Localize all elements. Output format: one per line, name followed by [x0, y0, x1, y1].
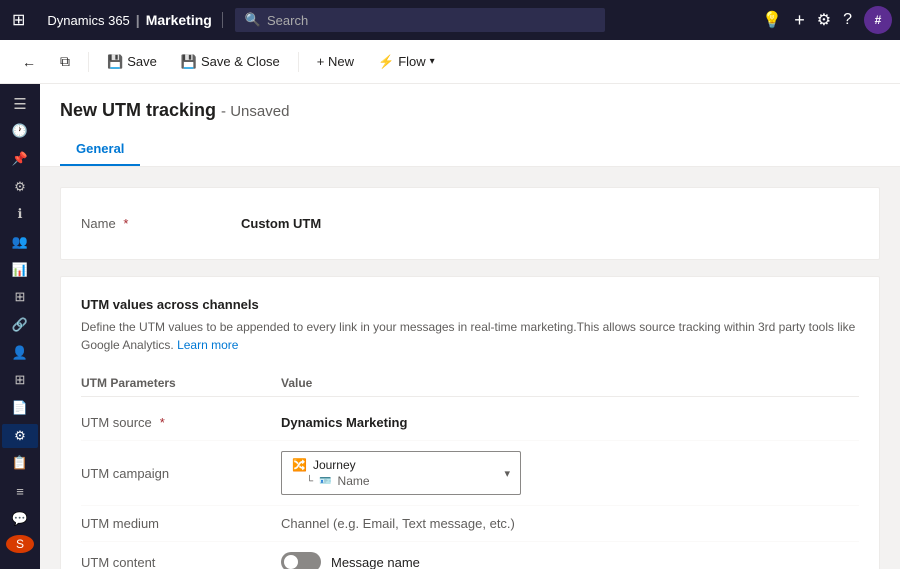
utm-content-value: Message name: [281, 552, 859, 569]
waffle-icon[interactable]: ⊞: [8, 6, 29, 34]
sidebar-item-journeys[interactable]: 🔗: [2, 313, 38, 337]
dropdown-child-row: └ 🪪 Name: [306, 474, 504, 488]
utm-source-param: UTM source *: [81, 415, 281, 430]
sidebar-item-active-settings[interactable]: ⚙: [2, 424, 38, 448]
journey-icon: 🔀: [292, 458, 307, 472]
journey-label: Journey: [313, 458, 356, 472]
message-name-toggle[interactable]: [281, 552, 321, 569]
utm-medium-row: UTM medium Channel (e.g. Email, Text mes…: [81, 506, 859, 542]
toggle-container: Message name: [281, 552, 859, 569]
app-suite-label: Dynamics 365: [47, 13, 129, 28]
restore-button[interactable]: ⧉: [50, 49, 80, 74]
sidebar: ☰ 🕐 📌 ⚙ ℹ 👥 📊 ⊞ 🔗 👤 ⊞ 📄 ⚙ 📋 ≡ 💬 S: [0, 84, 40, 569]
settings-icon[interactable]: ⚙: [817, 10, 831, 30]
sidebar-item-chat[interactable]: 💬: [2, 507, 38, 531]
avatar[interactable]: #: [864, 6, 892, 34]
new-button[interactable]: + New: [307, 50, 364, 73]
toggle-label: Message name: [331, 555, 420, 569]
name-form-card: Name * Custom UTM: [60, 187, 880, 260]
utm-source-row: UTM source * Dynamics Marketing: [81, 405, 859, 441]
sidebar-item-reports[interactable]: 📋: [2, 452, 38, 476]
sidebar-item-content[interactable]: 📄: [2, 396, 38, 420]
sidebar-item-list[interactable]: ≡: [2, 479, 38, 503]
help-icon[interactable]: ?: [843, 11, 852, 29]
layout: ☰ 🕐 📌 ⚙ ℹ 👥 📊 ⊞ 🔗 👤 ⊞ 📄 ⚙ 📋 ≡ 💬 S New UT…: [0, 84, 900, 569]
restore-icon: ⧉: [60, 53, 70, 70]
top-nav-icons: 💡 + ⚙ ? #: [762, 6, 892, 34]
back-button[interactable]: ←: [12, 50, 46, 74]
tabs: General: [60, 133, 880, 166]
lightbulb-icon[interactable]: 💡: [762, 10, 782, 30]
search-icon: 🔍: [245, 12, 261, 28]
utm-campaign-param: UTM campaign: [81, 466, 281, 481]
content-area: Name * Custom UTM UTM values across chan…: [40, 167, 900, 569]
flow-button[interactable]: ⚡ Flow ▾: [368, 50, 445, 74]
learn-more-link[interactable]: Learn more: [177, 338, 238, 352]
sidebar-item-contacts[interactable]: 👥: [2, 230, 38, 254]
page-header: New UTM tracking - Unsaved General: [40, 84, 900, 167]
dropdown-chevron-icon: ▾: [504, 467, 510, 480]
flow-chevron-icon: ▾: [430, 56, 435, 67]
save-close-button[interactable]: 💾 Save & Close: [171, 50, 290, 74]
add-icon[interactable]: +: [794, 10, 805, 31]
tab-general[interactable]: General: [60, 133, 140, 166]
app-name-label: Marketing: [146, 12, 212, 28]
back-icon: ←: [22, 54, 36, 70]
name-value[interactable]: Custom UTM: [241, 216, 321, 231]
toolbar-separator-2: [298, 52, 299, 72]
brand: Dynamics 365 | Marketing: [37, 12, 222, 28]
save-button[interactable]: 💾 Save: [97, 50, 167, 74]
save-close-label: Save & Close: [201, 54, 280, 69]
page-title: New UTM tracking - Unsaved: [60, 100, 880, 121]
sidebar-item-apps[interactable]: ⊞: [2, 369, 38, 393]
name-label: Name: [338, 474, 370, 488]
utm-medium-value: Channel (e.g. Email, Text message, etc.): [281, 516, 859, 531]
utm-content-param: UTM content: [81, 555, 281, 569]
sidebar-item-settings[interactable]: ⚙: [2, 175, 38, 199]
page-title-text: New UTM tracking: [60, 100, 216, 120]
toggle-knob: [284, 555, 298, 569]
utm-campaign-dropdown[interactable]: 🔀 Journey └ 🪪 Name ▾: [281, 451, 521, 495]
utm-campaign-row: UTM campaign 🔀 Journey └ �: [81, 441, 859, 506]
sidebar-item-analytics[interactable]: 📊: [2, 258, 38, 282]
unsaved-label: - Unsaved: [221, 103, 289, 120]
main-content: New UTM tracking - Unsaved General Name …: [40, 84, 900, 569]
save-close-icon: 💾: [181, 54, 197, 70]
card-icon: 🪪: [319, 476, 331, 487]
sidebar-item-info[interactable]: ℹ: [2, 203, 38, 227]
name-required-indicator: *: [123, 216, 128, 231]
utm-table-header: UTM Parameters Value: [81, 370, 859, 397]
utm-section-description: Define the UTM values to be appended to …: [81, 318, 859, 354]
utm-medium-param: UTM medium: [81, 516, 281, 531]
sidebar-item-segments[interactable]: ⊞: [2, 286, 38, 310]
utm-source-required: *: [160, 415, 165, 430]
utm-section-title: UTM values across channels: [81, 297, 859, 312]
dropdown-content: 🔀 Journey └ 🪪 Name: [292, 458, 504, 488]
search-bar[interactable]: 🔍: [235, 8, 605, 32]
utm-value-col-header: Value: [281, 376, 312, 390]
utm-campaign-value: 🔀 Journey └ 🪪 Name ▾: [281, 451, 859, 495]
sidebar-item-recent[interactable]: 🕐: [2, 120, 38, 144]
flow-icon: ⚡: [378, 54, 394, 70]
top-nav: ⊞ Dynamics 365 | Marketing 🔍 💡 + ⚙ ? #: [0, 0, 900, 40]
utm-section: UTM values across channels Define the UT…: [60, 276, 880, 569]
toolbar-separator-1: [88, 52, 89, 72]
utm-content-row: UTM content Message name: [81, 542, 859, 569]
flow-label: Flow: [398, 54, 425, 69]
toolbar: ← ⧉ 💾 Save 💾 Save & Close + New ⚡ Flow ▾: [0, 40, 900, 84]
name-row: Name * Custom UTM: [81, 208, 859, 239]
dropdown-parent-row: 🔀 Journey: [292, 458, 504, 472]
sidebar-item-pin[interactable]: 📌: [2, 147, 38, 171]
save-icon: 💾: [107, 54, 123, 70]
new-label: + New: [317, 54, 354, 69]
name-icon: └: [306, 476, 313, 487]
utm-source-value: Dynamics Marketing: [281, 415, 859, 430]
name-label: Name *: [81, 216, 241, 231]
sidebar-item-user[interactable]: S: [6, 535, 34, 553]
utm-param-col-header: UTM Parameters: [81, 376, 281, 390]
search-input[interactable]: [267, 13, 595, 28]
sidebar-item-menu[interactable]: ☰: [2, 92, 38, 116]
save-label: Save: [127, 54, 157, 69]
sidebar-item-leads[interactable]: 👤: [2, 341, 38, 365]
